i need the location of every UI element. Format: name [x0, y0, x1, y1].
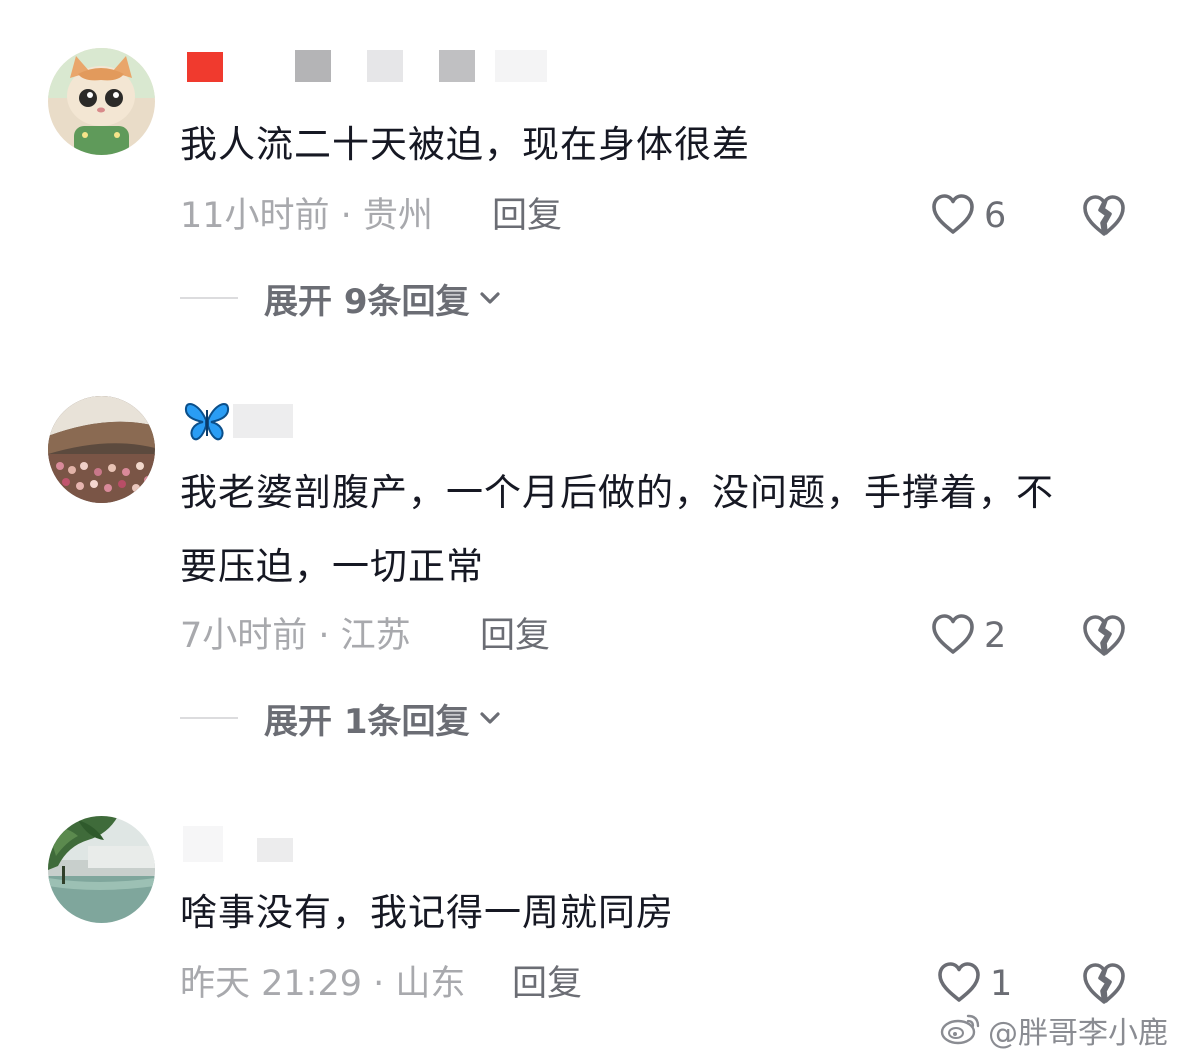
comment-item: 啥事没有，我记得一周就同房 昨天 21:29 · 山东 回复 1	[0, 0, 1178, 1060]
dislike-button[interactable]	[1080, 960, 1128, 1008]
watermark: @胖哥李小鹿	[940, 1008, 1168, 1052]
username-redacted[interactable]	[183, 822, 303, 862]
reply-button[interactable]: 回复	[512, 962, 582, 1006]
weibo-icon	[940, 1010, 982, 1050]
avatar[interactable]	[48, 816, 155, 923]
comment-text: 啥事没有，我记得一周就同房	[180, 891, 674, 934]
like-count: 1	[990, 964, 1013, 1004]
heart-outline-icon	[936, 960, 982, 1008]
comment-time-location: 昨天 21:29 · 山东	[180, 964, 466, 1004]
watermark-text: @胖哥李小鹿	[988, 1016, 1168, 1051]
username-redaction-block	[183, 826, 223, 862]
username-redaction-block	[257, 838, 293, 862]
like-button[interactable]: 1	[936, 960, 1012, 1008]
